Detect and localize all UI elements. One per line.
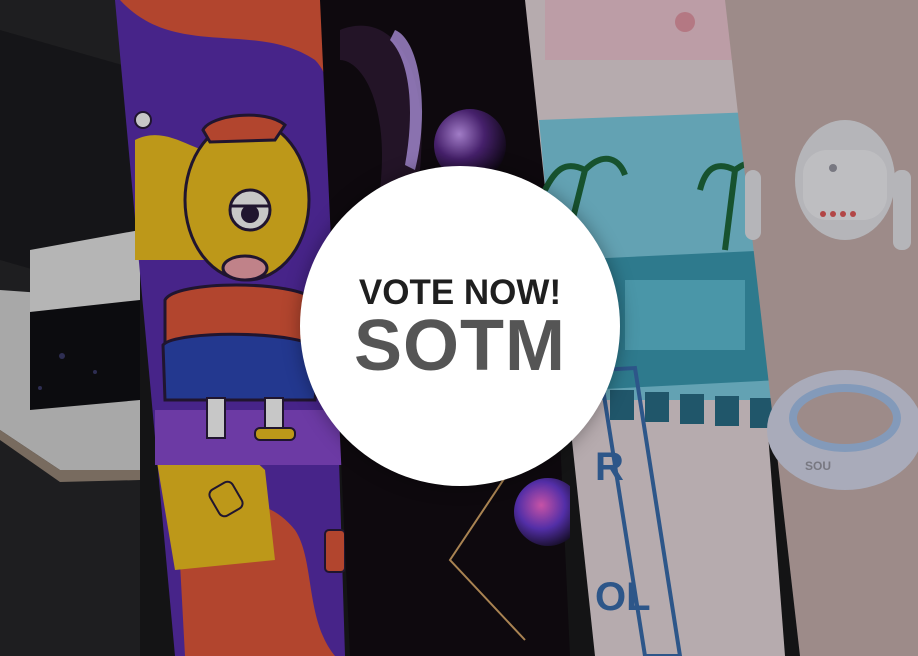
vote-now-badge[interactable]: VOTE NOW! SOTM [300, 166, 620, 486]
device-label: SOU [805, 459, 831, 473]
panel-robot-device: SOU [725, 0, 918, 656]
poster-letter-r: R [595, 445, 624, 489]
sotm-collage: R OL SOU VOTE NOW! SOTM [0, 0, 918, 656]
sotm-text: SOTM [354, 306, 566, 386]
poster-letter-ol: OL [595, 575, 651, 619]
robot-device-illustration: SOU [725, 0, 918, 656]
